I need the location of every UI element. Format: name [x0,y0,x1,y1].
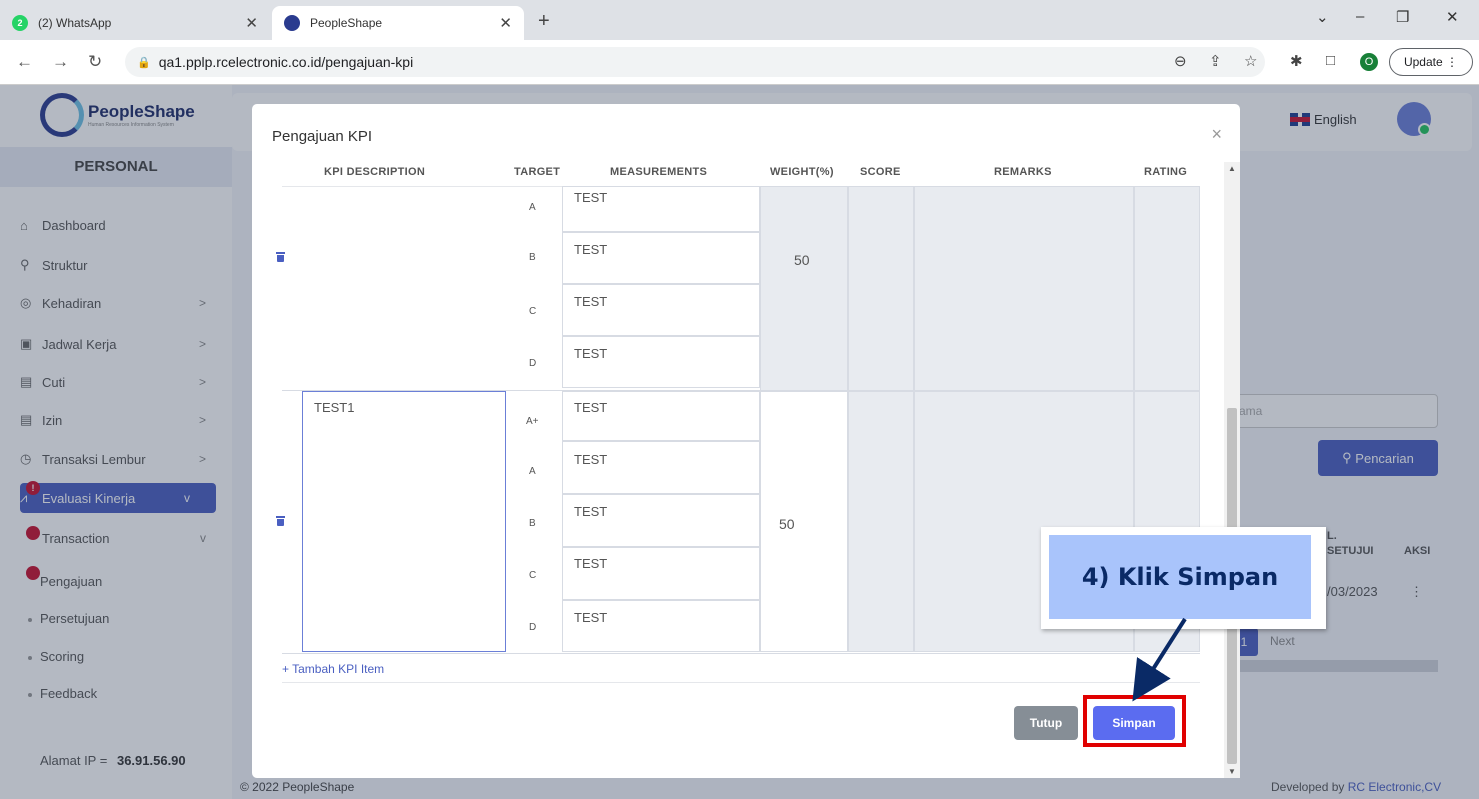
update-button[interactable]: Update ⋮ [1389,48,1473,76]
kpi-description-input[interactable] [302,391,506,652]
close-tab-icon[interactable]: ✕ [245,14,258,32]
measurement-value: TEST [574,556,608,571]
measurement-input[interactable] [562,494,760,547]
measurement-value: TEST [574,294,608,309]
score-cell [848,391,914,652]
measurement-input[interactable] [562,441,760,494]
address-bar[interactable]: 🔒 qa1.pplp.rcelectronic.co.id/pengajuan-… [125,47,1265,77]
weight-cell [760,391,848,652]
bookmark-star-icon[interactable]: ☆ [1244,52,1257,70]
tab-search-icon[interactable]: ⌄ [1316,8,1329,26]
modal-title: Pengajuan KPI [272,128,373,145]
target-label: A [529,466,536,477]
target-label: B [529,252,536,263]
measurement-input[interactable] [562,391,760,441]
measurement-value: TEST [574,610,608,625]
zoom-icon[interactable]: ⊖ [1174,52,1187,70]
measurement-input[interactable] [562,336,760,388]
add-kpi-item-link[interactable]: + Tambah KPI Item [282,662,384,676]
rating-cell [1134,186,1200,392]
measurement-input[interactable] [562,284,760,336]
remarks-cell [914,186,1134,392]
column-header: MEASUREMENTS [610,166,708,178]
close-tab-icon[interactable]: ✕ [499,14,512,32]
highlight-box [1083,695,1186,747]
delete-trash-icon[interactable] [276,252,285,262]
extensions-icon[interactable]: ✱ [1290,52,1303,70]
update-label: Update [1403,55,1443,69]
measurement-input[interactable] [562,600,760,652]
score-cell [848,186,914,392]
restore-icon[interactable]: ❐ [1396,8,1409,26]
column-header: KPI DESCRIPTION [324,166,426,178]
delete-trash-icon[interactable] [276,516,285,526]
scroll-up-icon[interactable]: ▲ [1228,164,1236,173]
measurement-input[interactable] [562,232,760,284]
share-icon[interactable]: ⇪ [1209,52,1222,70]
profile-avatar[interactable]: O [1358,51,1380,73]
browser-tab-peopleshape[interactable]: PeopleShape ✕ [272,6,524,40]
modal-scrollbar[interactable]: ▲ ▼ [1224,162,1240,778]
target-label: C [529,570,537,581]
measurement-value: TEST [574,346,608,361]
new-tab-icon[interactable]: + [538,10,550,33]
column-header: SCORE [860,166,901,178]
sidepanel-icon[interactable]: □ [1326,52,1335,69]
url-text: qa1.pplp.rcelectronic.co.id/pengajuan-kp… [158,54,414,70]
measurement-value: TEST [574,452,608,467]
row-divider [282,653,1200,654]
weight-value: 50 [794,252,810,268]
back-icon[interactable]: ← [16,52,33,72]
browser-toolbar: ← → ↻ 🔒 qa1.pplp.rcelectronic.co.id/peng… [0,40,1479,85]
column-header: RATING [1144,166,1188,178]
footer-divider [282,682,1200,683]
target-label: B [529,518,536,529]
target-label: D [529,622,537,633]
target-label: D [529,358,537,369]
pengajuan-kpi-modal: Pengajuan KPI × KPI DESCRIPTION TARGET M… [252,104,1240,778]
measurement-value: TEST [574,504,608,519]
target-label: C [529,306,537,317]
measurement-value: TEST [574,242,608,257]
close-icon[interactable]: × [1211,124,1222,145]
tab-title: PeopleShape [310,16,383,30]
measurement-value: TEST [574,400,608,415]
peopleshape-favicon-icon [284,15,300,31]
whatsapp-icon: 2 [12,15,28,31]
reload-icon[interactable]: ↻ [88,52,102,72]
browser-tabbar: 2 (2) WhatsApp ✕ PeopleShape ✕ + ⌄ – ❐ ✕ [0,0,1479,40]
lock-icon: 🔒 [137,56,151,69]
forward-icon[interactable]: → [52,52,69,72]
minimize-icon[interactable]: – [1356,8,1364,25]
column-header: WEIGHT(%) [770,166,834,178]
callout-text: 4) Klik Simpan [1049,535,1311,619]
target-label: A+ [526,416,539,427]
weight-cell [760,186,848,392]
measurement-value: TEST [574,190,608,205]
tutup-button[interactable]: Tutup [1014,706,1078,740]
tab-title: (2) WhatsApp [38,16,112,30]
column-header: REMARKS [994,166,1052,178]
kpi-description-value: TEST1 [314,400,355,415]
instruction-callout: 4) Klik Simpan [1041,527,1326,629]
measurement-input[interactable] [562,547,760,600]
weight-value: 50 [779,516,795,532]
column-header: TARGET [514,166,561,178]
scroll-down-icon[interactable]: ▼ [1228,767,1236,776]
close-window-icon[interactable]: ✕ [1446,8,1459,26]
target-label: A [529,202,536,213]
browser-tab-whatsapp[interactable]: 2 (2) WhatsApp ✕ [0,6,270,40]
